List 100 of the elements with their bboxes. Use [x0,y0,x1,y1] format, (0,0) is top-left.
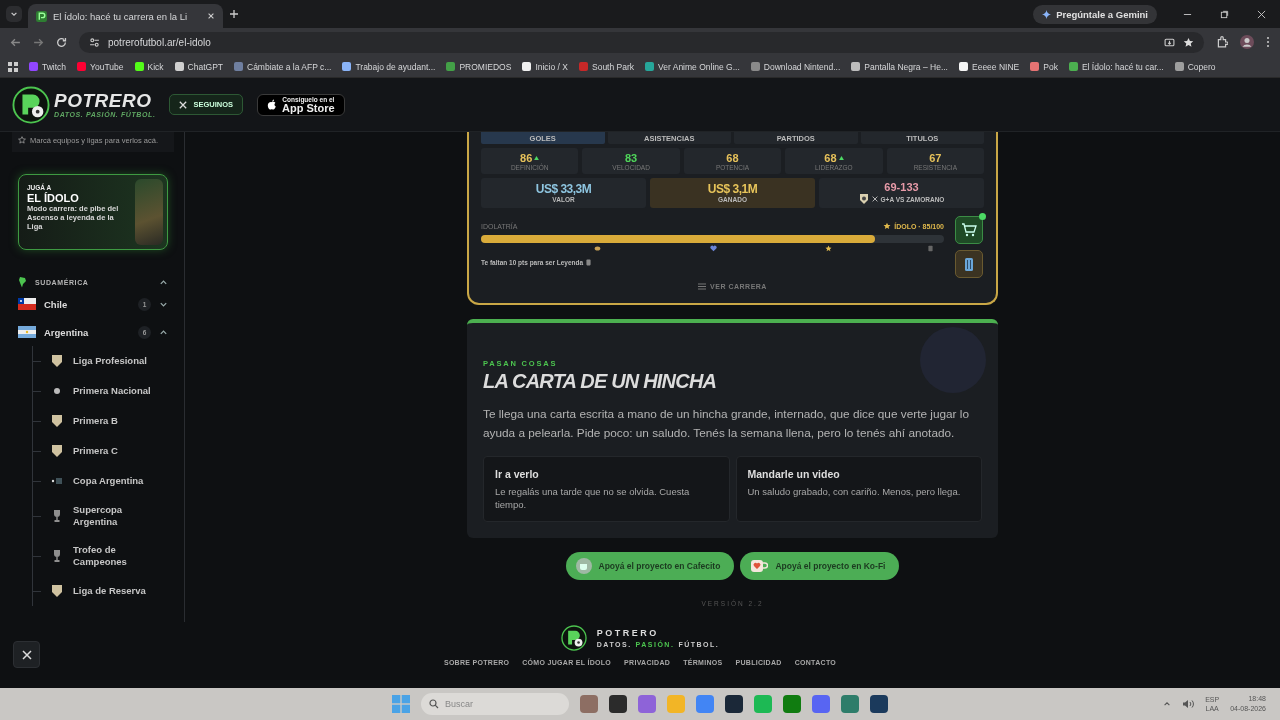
tablet-icon [586,259,592,266]
league-item[interactable]: Primera B [33,406,168,436]
league-item[interactable]: Liga de Reserva [33,576,168,606]
comparison-score: 69-133 [884,181,919,193]
reload-icon[interactable] [56,36,67,48]
chevron-up-icon[interactable] [159,327,168,337]
league-item[interactable]: Primera Nacional [33,376,168,406]
attribute-value: 86 [520,151,533,164]
event-description: Te llega una carta escrita a mano de un hincha grande, internado, que dice que verte jugar lo ayuda a pelearla. Pide poco: un saludo. Tenés la semana llena, pero lo tenés ahí anotado. [483,406,970,442]
bookmark-link[interactable]: Pantalla Negra – He... [864,61,948,72]
locker-button[interactable] [955,250,983,278]
speaker-icon[interactable] [1182,699,1195,709]
menu-icon[interactable] [1266,36,1270,48]
x-logo-icon [179,100,188,109]
money-value: US$ 3,1M [707,183,758,196]
install-icon[interactable] [1164,36,1175,48]
back-icon[interactable] [10,36,21,48]
star-icon [825,245,833,252]
bookmark-link[interactable]: Ver Anime Online G... [658,61,740,72]
bookmark-link[interactable]: Kick [147,61,164,72]
tablet-icon [927,245,935,252]
league-item[interactable]: Primera C [33,436,168,466]
attribute-value: 67 [929,151,942,164]
league-item[interactable]: Liga Profesional [33,346,168,376]
league-item[interactable]: Copa Argentina [33,466,168,496]
close-icon[interactable] [1257,9,1266,19]
bookmark-link[interactable]: South Park [592,61,635,72]
url-text: potrerofutbol.ar/el-idolo [108,36,212,48]
heart-icon [709,245,717,252]
shop-button[interactable] [955,216,983,244]
trend-up-icon [534,155,540,160]
choice-card[interactable]: Ir a verlo Le regalás una tarde que no se olvida. Cuesta tiempo. [483,456,730,522]
bookmark-link[interactable]: Download Nintend... [763,61,841,72]
bookmark-link[interactable]: PROMIEDOS [459,61,512,72]
shield-icon [51,414,63,428]
sparkle-icon [1042,9,1052,19]
bookmark-link[interactable]: Trabajo de ayudant... [355,61,436,72]
plus-icon[interactable] [229,9,239,19]
trend-up-icon [838,155,844,160]
photo-placeholder [135,179,163,245]
chevron-down-icon [10,10,18,18]
apple-icon [267,98,278,111]
mug-heart-icon [750,559,769,573]
logo-icon [560,625,587,651]
star-icon[interactable] [1183,36,1194,48]
league-item[interactable]: Trofeo de Campeones [33,536,168,576]
extensions-icon[interactable] [1216,36,1228,48]
footer-wordmark: POTRERO [596,628,660,638]
avatar-icon[interactable] [1240,35,1254,49]
bookmark-link[interactable]: El Ídolo: hacé tu car... [1081,61,1164,72]
attribute-value: 68 [726,151,739,164]
continent-icon [18,276,27,288]
logo-icon [12,85,50,124]
chile-flag-icon [18,298,36,310]
cart-icon [961,223,977,237]
forward-icon[interactable] [33,36,44,48]
trophy-icon [51,549,63,563]
browser-tab[interactable]: El Ídolo: hacé tu carrera en la Li [28,4,223,28]
bookmark-link[interactable]: YouTube [90,61,124,72]
club-badge-icon [858,193,869,205]
bookmark-link[interactable]: Cámbiate a la AFP c... [247,61,332,72]
close-button[interactable] [13,641,40,668]
app-icon[interactable] [725,695,743,713]
bookmark-link[interactable]: Eeeee NINE [972,61,1020,72]
tab-list-button[interactable] [6,6,22,22]
promo-title: EL ÍDOLO [27,192,80,204]
star-icon [883,222,892,230]
star-outline-icon [18,136,26,144]
app-icon[interactable] [609,695,627,713]
site-info-icon[interactable] [89,36,100,48]
bookmark-link[interactable]: Inicio / X [535,61,568,72]
apps-grid-icon[interactable] [8,61,18,72]
tab-title: El Ídolo: hacé tu carrera en la Li [53,10,189,22]
app-icon[interactable] [870,695,888,713]
league-item[interactable]: Supercopa Argentina [33,496,168,536]
argentina-flag-icon [18,326,36,338]
shield-icon [51,584,63,598]
address-bar[interactable]: potrerofutbol.ar/el-idolo [79,31,1204,53]
bookmark-link[interactable]: Copero [1187,61,1216,72]
search-icon [429,699,439,709]
maximize-icon[interactable] [1220,9,1229,19]
attribute-value: 68 [824,151,837,164]
logo-wordmark: POTRERO [54,91,152,111]
support-button[interactable]: Apoyá el proyecto en Cafecito [565,552,735,580]
chevron-up-icon[interactable] [159,277,168,287]
list-icon [698,283,707,290]
choice-card[interactable]: Mandarle un video Un saludo grabado, con cariño. Menos, pero llega. [735,456,982,522]
bookmark-link[interactable]: Pok [1043,61,1058,72]
favicon-icon [36,10,47,22]
event-title: LA CARTA DE UN HINCHA [483,370,718,393]
support-button[interactable]: Apoyá el proyecto en Ko-Fi [740,552,900,580]
bookmark-link[interactable]: Twitch [42,61,67,72]
close-icon[interactable] [207,12,215,20]
gemini-button[interactable]: Pregúntale a Gemini [1033,4,1157,24]
cup-icon [575,558,592,574]
chevron-up-icon[interactable] [1163,700,1172,708]
bookmark-link[interactable]: ChatGPT [187,61,223,72]
attribute-value: 83 [624,151,638,164]
close-icon [21,649,32,660]
trophy-icon [51,509,63,523]
